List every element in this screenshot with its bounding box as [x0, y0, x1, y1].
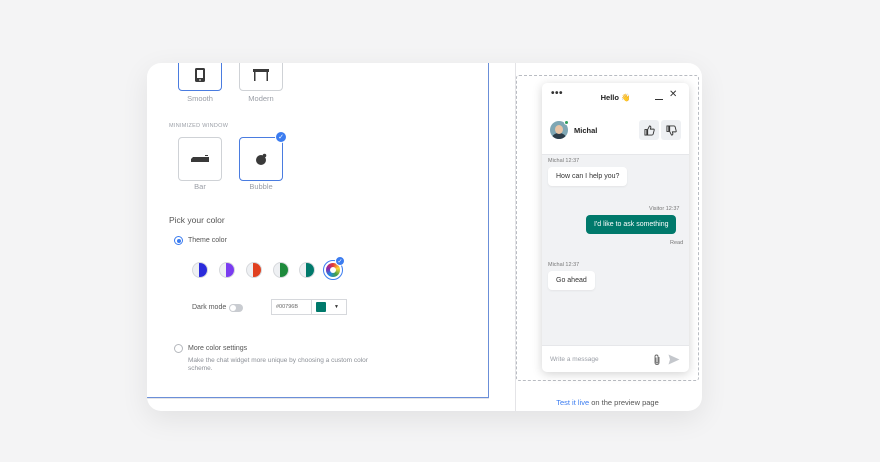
- agent-name: Michal: [574, 126, 598, 135]
- style-option-label: Smooth: [187, 94, 213, 103]
- message-meta: Michal 12:37: [548, 262, 580, 268]
- color-swatch-teal[interactable]: [299, 262, 315, 278]
- chat-title: Hello 👋: [600, 93, 631, 102]
- style-option-smooth[interactable]: [178, 63, 222, 91]
- chat-header: ••• Hello 👋 ✕ Michal: [542, 83, 689, 155]
- color-swatch-green[interactable]: [273, 262, 289, 278]
- swatch-accent: [199, 263, 207, 277]
- thumbs-down-icon: [665, 124, 677, 136]
- paperclip-icon[interactable]: [653, 354, 661, 366]
- settings-card: Smooth Modern MINIMIZED WINDOW Bar ✓ Bub…: [147, 63, 702, 411]
- caret-down-icon: ▼: [334, 304, 339, 310]
- swatch-accent: [306, 263, 314, 277]
- message-meta: Michal 12:37: [548, 158, 580, 164]
- close-icon[interactable]: ✕: [669, 90, 677, 100]
- minimized-window-caption: MINIMIZED WINDOW: [169, 123, 229, 129]
- online-status-dot: [564, 120, 569, 125]
- minimized-option-bar[interactable]: [178, 137, 222, 181]
- dark-mode-label: Dark mode: [192, 304, 227, 311]
- message-meta: Visitor 12:37: [649, 206, 680, 212]
- swatch-accent: [253, 263, 261, 277]
- agent-message: How can I help you?: [548, 167, 628, 186]
- more-color-settings-label: More color settings: [188, 345, 248, 352]
- minimize-icon[interactable]: [655, 99, 663, 101]
- selected-check-icon: ✓: [335, 256, 345, 266]
- selected-check-icon: ✓: [275, 131, 287, 143]
- theme-color-label: Theme color: [188, 237, 227, 244]
- panel-footer-strip: [147, 398, 489, 411]
- message-status: Read: [670, 240, 684, 246]
- more-color-settings-radio[interactable]: [174, 344, 183, 353]
- color-swatch-red[interactable]: [246, 262, 262, 278]
- style-option-label: Modern: [248, 94, 274, 103]
- avatar-face: [555, 125, 563, 134]
- visitor-message: I'd like to ask something: [586, 215, 677, 234]
- test-live-line: Test it live on the preview page: [516, 398, 699, 407]
- test-live-suffix: on the preview page: [589, 398, 659, 407]
- test-live-link[interactable]: Test it live: [556, 398, 589, 407]
- hex-color-input[interactable]: #00796B: [271, 299, 311, 315]
- send-icon[interactable]: [668, 354, 680, 365]
- color-chip: [316, 302, 326, 312]
- color-swatch-blue[interactable]: [192, 262, 208, 278]
- pick-color-heading: Pick your color: [169, 215, 225, 225]
- dark-mode-toggle[interactable]: [229, 304, 243, 312]
- more-color-settings-desc: Make the chat widget more unique by choo…: [188, 357, 368, 372]
- style-option-modern[interactable]: [239, 63, 283, 91]
- agent-message: Go ahead: [548, 271, 595, 290]
- mobile-window-icon: [195, 68, 205, 82]
- thumbs-up-button[interactable]: [639, 120, 659, 140]
- swatch-accent: [226, 263, 234, 277]
- bar-icon: [191, 155, 209, 162]
- minimized-option-bubble[interactable]: [239, 137, 283, 181]
- message-input-placeholder: Write a message: [550, 356, 599, 363]
- color-swatch-purple[interactable]: [219, 262, 235, 278]
- color-dropdown[interactable]: ▼: [311, 299, 347, 315]
- theme-color-radio[interactable]: [174, 236, 183, 245]
- swatch-accent: [280, 263, 288, 277]
- minimized-option-label: Bar: [194, 182, 206, 191]
- minimized-option-label: Bubble: [249, 182, 273, 191]
- message-composer[interactable]: Write a message: [542, 345, 689, 372]
- chat-widget-preview: ••• Hello 👋 ✕ Michal Michal 12:37 How ca…: [542, 83, 689, 372]
- thumbs-up-icon: [643, 124, 655, 136]
- bubble-icon: [256, 153, 267, 165]
- thumbs-down-button[interactable]: [661, 120, 681, 140]
- customization-panel: Smooth Modern MINIMIZED WINDOW Bar ✓ Bub…: [147, 63, 489, 398]
- modern-window-icon: [253, 69, 269, 81]
